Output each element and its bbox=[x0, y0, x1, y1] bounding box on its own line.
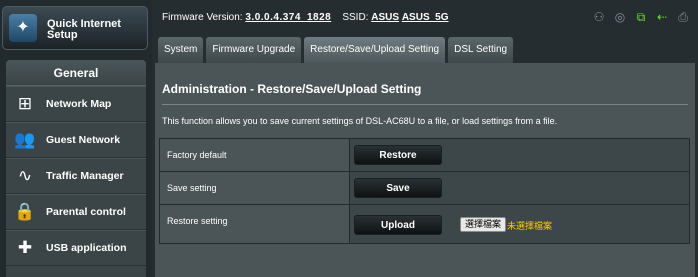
general-header: General bbox=[6, 60, 146, 86]
table-row: Save setting Save bbox=[160, 172, 689, 205]
page-description: This function allows you to save current… bbox=[162, 116, 558, 126]
divider bbox=[162, 104, 688, 105]
row-label-save-setting: Save setting bbox=[167, 183, 217, 193]
table-row: Factory default Restore bbox=[160, 139, 689, 172]
parental-control-icon: 🔒 bbox=[14, 202, 36, 221]
save-button[interactable]: Save bbox=[354, 178, 442, 198]
status-icons: ⚇ ◎ ⧉ ⇠ ⎙ bbox=[592, 10, 690, 24]
sidebar-item-network-map[interactable]: ⊞ Network Map bbox=[6, 86, 146, 122]
row-label-restore-setting: Restore setting bbox=[167, 216, 228, 226]
sidebar-item-label: USB application bbox=[46, 242, 127, 254]
sidebar: ✦ Quick Internet Setup General ⊞ Network… bbox=[0, 0, 152, 277]
upload-button[interactable]: Upload bbox=[354, 215, 442, 235]
sidebar-item-label: Network Map bbox=[46, 98, 112, 110]
usb-application-icon: ✚ bbox=[17, 238, 33, 257]
quick-internet-setup-button[interactable]: ✦ Quick Internet Setup bbox=[2, 6, 148, 50]
firmware-version-link[interactable]: 3.0.0.4.374_1828 bbox=[245, 12, 331, 23]
network-map-icon: ⊞ bbox=[17, 94, 33, 113]
table-row: Restore setting Upload 選擇檔案 未選擇檔案 bbox=[160, 205, 689, 243]
tab-system[interactable]: System bbox=[158, 37, 204, 63]
sidebar-item-traffic-manager[interactable]: ∿ Traffic Manager bbox=[6, 158, 146, 194]
router-admin-page: ✦ Quick Internet Setup General ⊞ Network… bbox=[0, 0, 698, 277]
ssid-link-5g[interactable]: ASUS_5G bbox=[402, 12, 449, 23]
usb-icon[interactable]: ⇠ bbox=[655, 10, 669, 24]
settings-table: Factory default Restore Save setting Sav… bbox=[159, 138, 690, 244]
top-bar: Firmware Version: 3.0.0.4.374_1828 SSID:… bbox=[152, 0, 698, 36]
page-title: Administration - Restore/Save/Upload Set… bbox=[162, 82, 422, 96]
sidebar-item-guest-network[interactable]: 👥 Guest Network bbox=[6, 122, 146, 158]
traffic-manager-icon: ∿ bbox=[17, 166, 33, 185]
users-icon[interactable]: ⚇ bbox=[592, 10, 606, 24]
sidebar-item-label: Guest Network bbox=[46, 134, 121, 146]
globe-icon[interactable]: ◎ bbox=[613, 10, 627, 24]
firmware-info: Firmware Version: 3.0.0.4.374_1828 SSID:… bbox=[162, 12, 449, 23]
sidebar-item-label: Parental control bbox=[46, 206, 126, 218]
tab-restore-save-upload[interactable]: Restore/Save/Upload Setting bbox=[304, 37, 446, 63]
restore-button[interactable]: Restore bbox=[354, 145, 442, 165]
printer-icon[interactable]: ⎙ bbox=[676, 10, 690, 24]
choose-file-button[interactable]: 選擇檔案 bbox=[460, 217, 507, 232]
admin-tabs: System Firmware Upgrade Restore/Save/Upl… bbox=[158, 37, 516, 63]
firmware-label: Firmware Version: bbox=[162, 12, 243, 23]
sidebar-item-usb-application[interactable]: ✚ USB application bbox=[6, 230, 146, 266]
main-panel: Administration - Restore/Save/Upload Set… bbox=[155, 63, 695, 277]
general-menu: General ⊞ Network Map 👥 Guest Network ∿ … bbox=[6, 60, 146, 277]
quick-setup-label: Quick Internet Setup bbox=[47, 18, 121, 41]
file-status-text: 未選擇檔案 bbox=[507, 221, 553, 231]
guest-network-icon: 👥 bbox=[14, 130, 36, 149]
wand-icon: ✦ bbox=[9, 14, 37, 42]
row-label-factory-default: Factory default bbox=[167, 150, 227, 160]
tab-firmware-upgrade[interactable]: Firmware Upgrade bbox=[206, 37, 302, 63]
lan-icon[interactable]: ⧉ bbox=[634, 10, 648, 24]
sidebar-item-label: Traffic Manager bbox=[46, 170, 124, 182]
ssid-label: SSID: bbox=[342, 12, 369, 23]
tab-dsl-setting[interactable]: DSL Setting bbox=[448, 37, 514, 63]
ssid-link-2g[interactable]: ASUS bbox=[371, 12, 399, 23]
sidebar-item-parental-control[interactable]: 🔒 Parental control bbox=[6, 194, 146, 230]
